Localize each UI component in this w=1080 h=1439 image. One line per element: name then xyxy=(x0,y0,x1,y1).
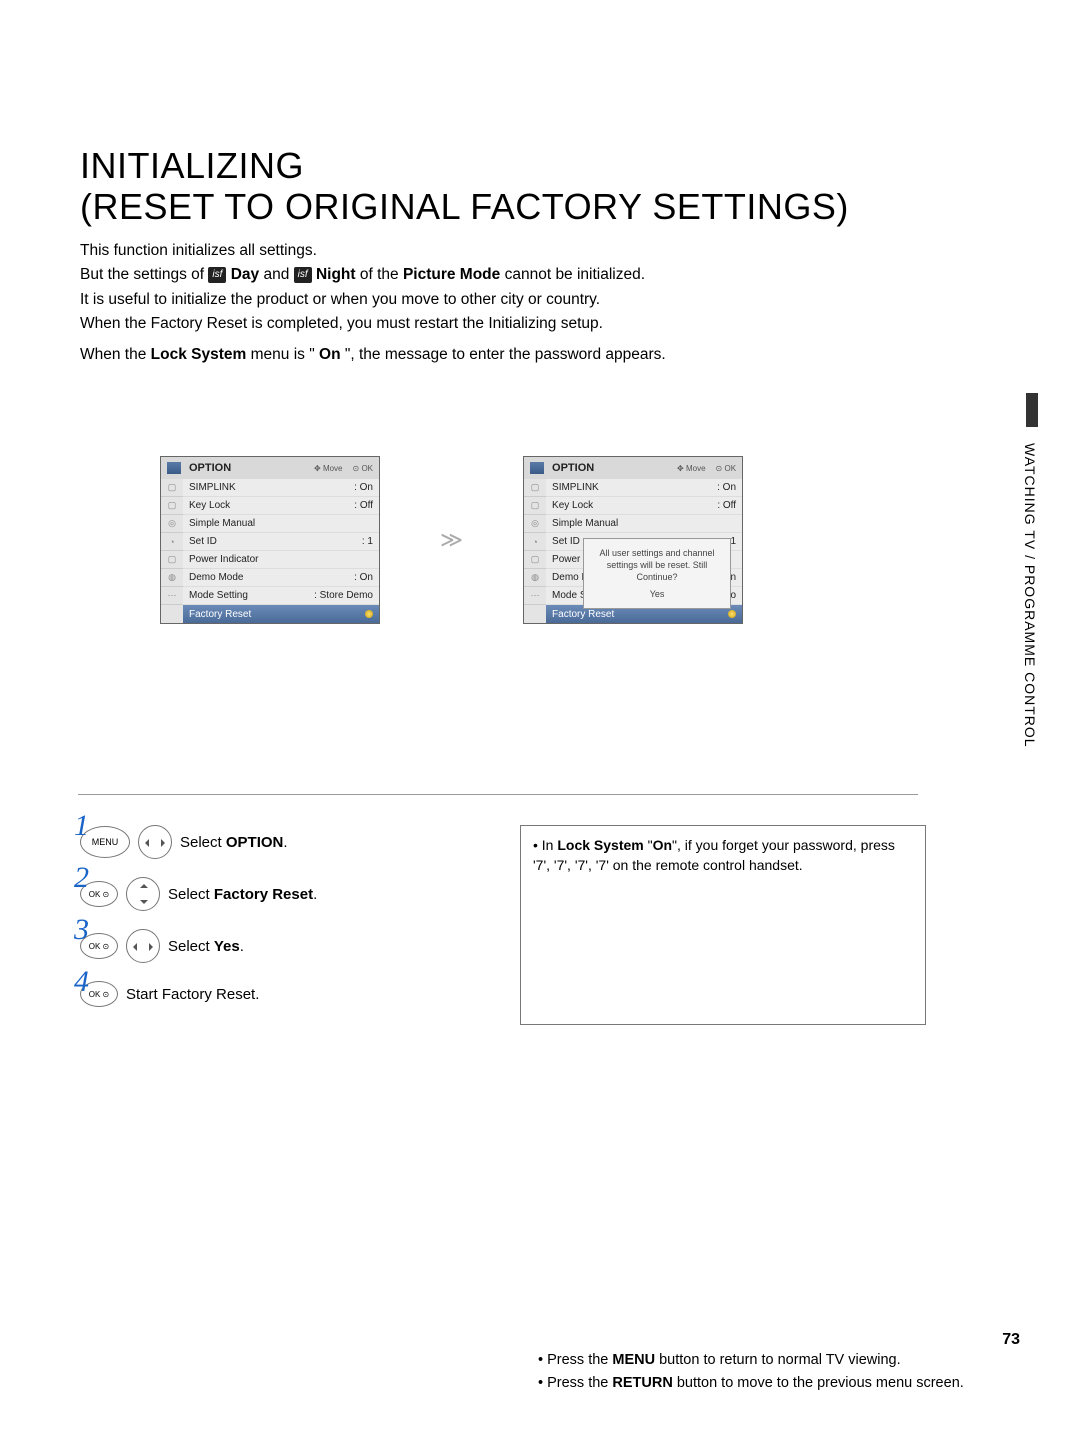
side-tab: WATCHING TV / PROGRAMME CONTROL xyxy=(1012,405,1038,945)
osd-hints: ✥ Move ⊙ OK xyxy=(314,464,373,473)
osd-header: OPTION ✥ Move ⊙ OK xyxy=(161,457,379,479)
side-section-label: WATCHING TV / PROGRAMME CONTROL xyxy=(1022,443,1038,748)
osd-row-key: Mode Setting xyxy=(189,590,306,601)
step-number: 1 xyxy=(74,809,89,843)
osd-row-key: Factory Reset xyxy=(552,609,720,620)
page-content: INITIALIZING (RESET TO ORIGINAL FACTORY … xyxy=(80,145,1000,1025)
dpad-left-right[interactable] xyxy=(138,825,172,859)
osd-row-key: Set ID xyxy=(189,536,354,547)
osd-row-value: : Off xyxy=(717,500,736,511)
tip-box: • In Lock System "On", if you forget you… xyxy=(520,825,926,1025)
page-title: INITIALIZING (RESET TO ORIGINAL FACTORY … xyxy=(80,145,1000,228)
intro-line-4: When the Factory Reset is completed, you… xyxy=(80,313,1000,335)
step-label: Select OPTION. xyxy=(180,834,288,851)
step-1: 1 MENU Select OPTION. xyxy=(80,825,460,859)
osd-sidebar-icons: ▢▢◎◔▢◍⋯ xyxy=(524,479,546,623)
osd-row-value: : On xyxy=(354,482,373,493)
intro-line-3: It is useful to initialize the product o… xyxy=(80,289,1000,311)
dialog-yes: Yes xyxy=(590,588,724,600)
isf-badge-night: isf xyxy=(294,267,312,284)
step-number: 4 xyxy=(74,965,89,999)
step-2: 2 OK ⊙ Select Factory Reset. xyxy=(80,877,460,911)
osd-row: Key Lock : Off xyxy=(546,497,742,515)
osd-row: SIMPLINK : On xyxy=(183,479,379,497)
step-label: Select Yes. xyxy=(168,938,244,955)
osd-row-key: SIMPLINK xyxy=(552,482,709,493)
intro-line-2: But the settings of isf Day and isf Nigh… xyxy=(80,264,1000,286)
dpad-up-down[interactable] xyxy=(126,877,160,911)
osd-row-key: Simple Manual xyxy=(552,518,736,529)
osd-row: Simple Manual xyxy=(546,515,742,533)
osd-row-key: Key Lock xyxy=(552,500,709,511)
step-number: 2 xyxy=(74,861,89,895)
osd-icon xyxy=(530,462,544,474)
osd-row-value: : On xyxy=(717,482,736,493)
osd-row: Set ID : 1 xyxy=(183,533,379,551)
step-label: Start Factory Reset. xyxy=(126,986,259,1003)
step-number: 3 xyxy=(74,913,89,947)
osd-before: OPTION ✥ Move ⊙ OK ▢▢◎◔▢◍⋯ SIMPLINK : On K… xyxy=(160,456,380,624)
osd-row-value: : 1 xyxy=(362,536,373,547)
dialog-line: settings will be reset. Still xyxy=(590,559,724,571)
osd-list: SIMPLINK : On Key Lock : Off Simple Manual Se… xyxy=(183,479,379,623)
dialog-line: All user settings and channel xyxy=(590,547,724,559)
selection-dot-icon xyxy=(728,610,736,618)
isf-badge-day: isf xyxy=(208,267,226,284)
osd-row: Key Lock : Off xyxy=(183,497,379,515)
bottom-note-menu: • Press the MENU button to return to nor… xyxy=(538,1349,964,1372)
osd-hints: ✥ Move ⊙ OK xyxy=(677,464,736,473)
dpad-left-right[interactable] xyxy=(126,929,160,963)
osd-row-key: Key Lock xyxy=(189,500,346,511)
osd-row: Simple Manual xyxy=(183,515,379,533)
osd-row-value: : Off xyxy=(354,500,373,511)
osd-row-value: : Store Demo xyxy=(314,590,373,601)
steps-section: 1 MENU Select OPTION. 2 OK ⊙ Select Fact… xyxy=(80,825,1000,1025)
osd-header: OPTION ✥ Move ⊙ OK xyxy=(524,457,742,479)
selection-dot-icon xyxy=(365,610,373,618)
osd-row-key: Demo Mode xyxy=(189,572,346,583)
step-label: Select Factory Reset. xyxy=(168,886,317,903)
osd-title: OPTION xyxy=(189,462,231,474)
section-divider xyxy=(78,794,918,795)
intro-line-1: This function initializes all settings. xyxy=(80,240,1000,262)
osd-row-key: Simple Manual xyxy=(189,518,373,529)
osd-row-value: : On xyxy=(354,572,373,583)
osd-row-key: Factory Reset xyxy=(189,609,357,620)
intro-line-5: When the Lock System menu is " On ", the… xyxy=(80,344,1000,366)
osd-row: Factory Reset xyxy=(183,605,379,623)
osd-title: OPTION xyxy=(552,462,594,474)
page-number: 73 xyxy=(1002,1331,1020,1349)
step-4: 4 OK ⊙ Start Factory Reset. xyxy=(80,981,460,1007)
osd-after-wrap: OPTION ✥ Move ⊙ OK ▢▢◎◔▢◍⋯ SIMPLINK : On K… xyxy=(523,456,743,624)
osd-row: Demo Mode : On xyxy=(183,569,379,587)
side-tab-bar xyxy=(1026,393,1038,427)
step-3: 3 OK ⊙ Select Yes. xyxy=(80,929,460,963)
title-line-1: INITIALIZING xyxy=(80,145,304,186)
osd-row: OPTION ✥ Move ⊙ OK ▢▢◎◔▢◍⋯ SIMPLINK : On K… xyxy=(160,456,1000,624)
steps-left: 1 MENU Select OPTION. 2 OK ⊙ Select Fact… xyxy=(80,825,460,1025)
osd-row: Power Indicator xyxy=(183,551,379,569)
osd-icon xyxy=(167,462,181,474)
osd-row-key: SIMPLINK xyxy=(189,482,346,493)
osd-row: SIMPLINK : On xyxy=(546,479,742,497)
osd-row: Mode Setting : Store Demo xyxy=(183,587,379,605)
transition-arrow-icon: ≫ xyxy=(440,527,463,553)
title-line-2: (RESET TO ORIGINAL FACTORY SETTINGS) xyxy=(80,186,849,227)
intro-block: This function initializes all settings. … xyxy=(80,240,1000,366)
bottom-note-return: • Press the RETURN button to move to the… xyxy=(538,1372,964,1395)
osd-row-key: Power Indicator xyxy=(189,554,373,565)
dialog-line: Continue? xyxy=(590,571,724,583)
osd-sidebar-icons: ▢▢◎◔▢◍⋯ xyxy=(161,479,183,623)
bottom-notes: • Press the MENU button to return to nor… xyxy=(538,1349,964,1395)
confirm-dialog: All user settings and channel settings w… xyxy=(583,538,731,609)
